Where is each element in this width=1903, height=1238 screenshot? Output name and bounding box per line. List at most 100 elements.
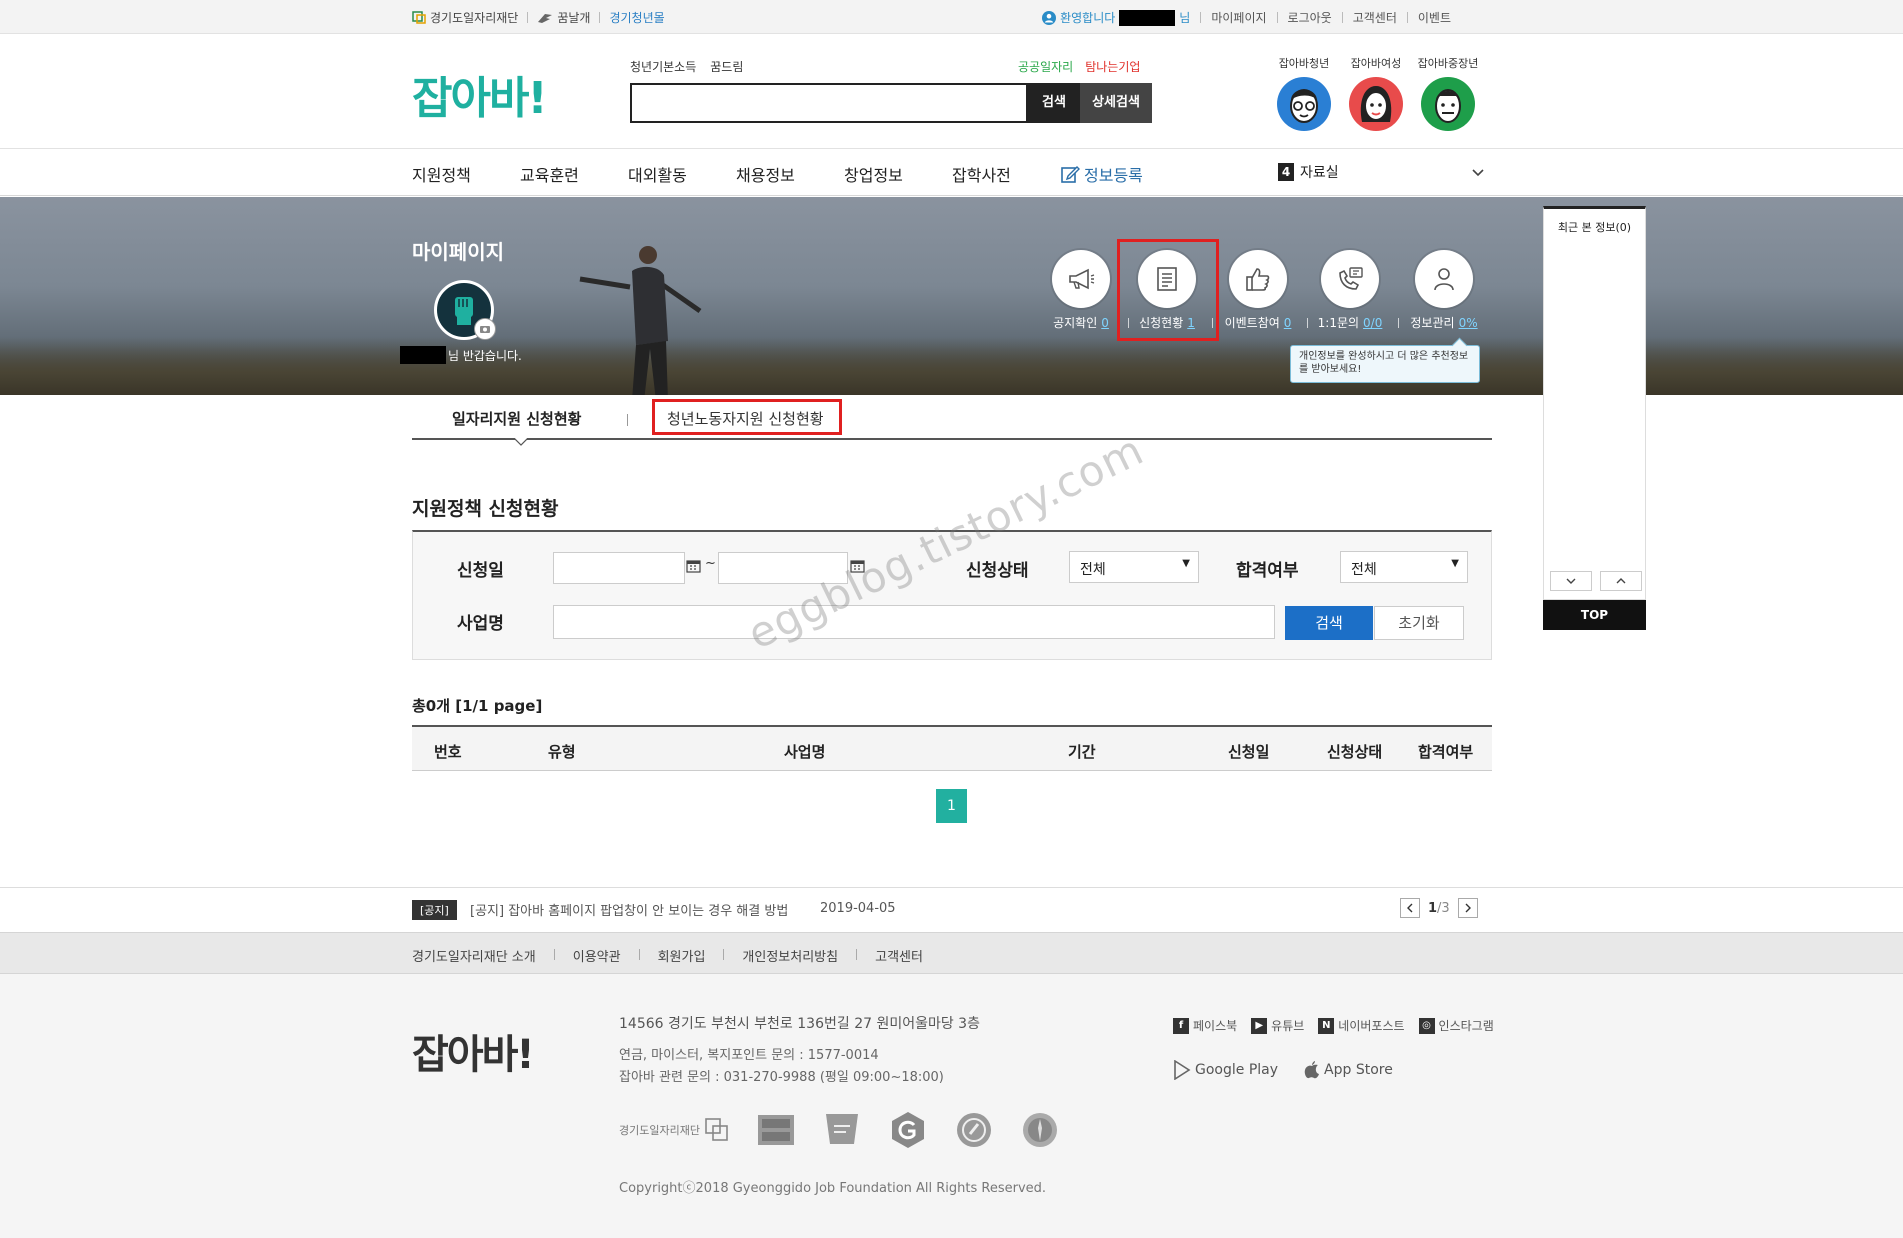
pass-select[interactable]: 전체 ▼	[1340, 551, 1468, 583]
apple-icon	[1304, 1061, 1320, 1079]
status-select[interactable]: 전체 ▼	[1069, 551, 1199, 583]
link-event[interactable]: 이벤트	[1418, 9, 1451, 26]
notice-next-button[interactable]	[1457, 898, 1478, 918]
quick-inquiry[interactable]: 1:1문의 0/0	[1305, 250, 1395, 331]
label-apply-date: 신청일	[457, 561, 504, 581]
social-naver-post[interactable]: N 네이버포스트	[1318, 1017, 1405, 1034]
page-title: 마이페이지	[412, 240, 504, 264]
g-certification-icon	[888, 1110, 928, 1150]
notice-link[interactable]: [공지] 잡아바 홈페이지 팝업창이 안 보이는 경우 해결 방법	[470, 900, 788, 919]
label-apply-status: 신청상태	[966, 561, 1029, 581]
scroll-top-button[interactable]: TOP	[1543, 600, 1646, 630]
link-youth-mall[interactable]: 경기청년몰	[609, 9, 664, 26]
link-mypage[interactable]: 마이페이지	[1211, 9, 1266, 26]
nav-support-policy[interactable]: 지원정책	[412, 162, 520, 186]
filter-search-button[interactable]: 검색	[1285, 606, 1373, 640]
section-title: 지원정책 신청현황	[412, 498, 559, 520]
notice-page-indicator: 1/3	[1428, 900, 1450, 916]
calendar-icon[interactable]	[686, 559, 701, 577]
footer-link-terms[interactable]: 이용약관	[573, 946, 621, 965]
app-store-link[interactable]: App Store	[1304, 1060, 1393, 1080]
character-middle-aged[interactable]: 잡아바중장년	[1413, 55, 1483, 131]
foundation-logo-icon	[412, 11, 426, 24]
username-redacted	[400, 346, 446, 364]
phone-chat-icon	[1321, 250, 1379, 308]
quick-info-management[interactable]: 정보관리 0%	[1399, 250, 1489, 331]
quick-event-participation[interactable]: 이벤트참여 0	[1213, 250, 1303, 331]
award-badge-icon	[756, 1113, 796, 1147]
nav-data-room[interactable]: 4 자료실	[1278, 162, 1339, 182]
social-facebook[interactable]: f 페이스북	[1173, 1017, 1237, 1034]
search-button[interactable]: 검색	[1028, 83, 1080, 123]
link-gyeonggi-job-foundation[interactable]: 경기도일자리재단	[412, 9, 518, 26]
caret-down-icon: ▼	[1451, 558, 1459, 569]
nav-dictionary[interactable]: 잡학사전	[952, 162, 1060, 186]
nav-education[interactable]: 교육훈련	[520, 162, 628, 186]
data-room-number: 4	[1278, 163, 1294, 181]
scroll-up-button[interactable]	[1600, 571, 1642, 591]
detail-search-button[interactable]: 상세검색	[1080, 83, 1152, 123]
camera-icon[interactable]	[474, 318, 496, 340]
chevron-right-icon	[1465, 903, 1471, 913]
chevron-down-icon	[1566, 578, 1576, 584]
footer-link-signup[interactable]: 회원가입	[658, 946, 706, 965]
edit-icon	[1061, 166, 1080, 183]
social-youtube[interactable]: ▶ 유튜브	[1251, 1017, 1304, 1034]
link-customer-center[interactable]: 고객센터	[1353, 9, 1397, 26]
nav-startup[interactable]: 창업정보	[844, 162, 952, 186]
character-youth[interactable]: 잡아바청년	[1269, 55, 1339, 131]
character-woman[interactable]: 잡아바여성	[1341, 55, 1411, 131]
col-number: 번호	[434, 743, 462, 761]
result-total: 총0개 [1/1 page]	[412, 697, 543, 715]
top-utility-bar: 경기도일자리재단 꿈날개 경기청년몰 환영합니다 님 마이페이지 로그아웃 고객…	[0, 0, 1903, 34]
chevron-down-icon[interactable]	[1472, 166, 1484, 181]
link-label: 꿈날개	[557, 11, 591, 25]
chevron-up-icon	[1616, 578, 1626, 584]
app-store-links: Google Play App Store	[1173, 1060, 1393, 1080]
label-pass-status: 합격여부	[1236, 561, 1299, 581]
footer-contact: 연금, 마이스터, 복지포인트 문의 : 1577-0014 잡아바 관련 문의…	[619, 1048, 944, 1085]
highlight-box-youth-worker-tab	[652, 399, 842, 435]
link-public-jobs[interactable]: 공공일자리	[1018, 58, 1073, 75]
middle-aged-face-icon	[1421, 77, 1475, 131]
pagination-page-1[interactable]: 1	[936, 789, 967, 823]
social-links: f 페이스북 ▶ 유튜브 N 네이버포스트 ◎ 인스타그램	[1173, 1017, 1494, 1034]
site-logo[interactable]: 잡아바!	[412, 62, 548, 126]
footer-link-privacy[interactable]: 개인정보처리방침	[742, 946, 838, 965]
family-site-links: 경기도일자리재단 꿈날개 경기청년몰	[412, 9, 665, 26]
link-kkumdream[interactable]: 꿈드림	[710, 58, 743, 75]
footer-links-bar: 경기도일자리재단 소개 이용약관 회원가입 개인정보처리방침 고객센터	[0, 932, 1903, 974]
start-date-input[interactable]	[553, 552, 685, 584]
caret-down-icon: ▼	[1182, 558, 1190, 569]
main-search-input[interactable]	[630, 83, 1028, 123]
social-instagram[interactable]: ◎ 인스타그램	[1418, 1017, 1494, 1034]
foundation-badge: 경기도일자리재단	[619, 1117, 730, 1143]
filter-reset-button[interactable]: 초기화	[1374, 606, 1464, 640]
user-links: 환영합니다 님 마이페이지 로그아웃 고객센터 이벤트	[1042, 9, 1451, 26]
link-youth-basic-income[interactable]: 청년기본소득	[630, 58, 696, 75]
nav-recruitment[interactable]: 채용정보	[736, 162, 844, 186]
medal-badge-icon	[1020, 1110, 1060, 1150]
megaphone-icon	[1052, 250, 1110, 308]
scroll-down-button[interactable]	[1550, 571, 1592, 591]
notice-pager: 1/3	[1400, 898, 1478, 918]
col-apply-status: 신청상태	[1327, 743, 1383, 761]
naver-post-icon: N	[1318, 1017, 1335, 1034]
footer-link-support[interactable]: 고객센터	[875, 946, 923, 965]
nav-external-activity[interactable]: 대외활동	[628, 162, 736, 186]
link-kkumnalgae[interactable]: 꿈날개	[537, 9, 590, 26]
quick-notice-check[interactable]: 공지확인 0	[1036, 250, 1126, 331]
hero-person-image	[579, 246, 702, 395]
footer-link-about[interactable]: 경기도일자리재단 소개	[412, 946, 536, 965]
link-tamna-company[interactable]: 탐나는기업	[1085, 58, 1140, 75]
chevron-left-icon	[1407, 903, 1413, 913]
business-name-input[interactable]	[553, 605, 1275, 639]
col-pass-status: 합격여부	[1418, 743, 1474, 761]
notice-prev-button[interactable]	[1400, 898, 1420, 918]
google-play-link[interactable]: Google Play	[1173, 1060, 1278, 1080]
nav-register-info[interactable]: 정보등록	[1060, 162, 1143, 186]
col-business-name: 사업명	[784, 743, 826, 761]
link-logout[interactable]: 로그아웃	[1288, 9, 1332, 26]
logo-text: 잡아바!	[412, 73, 548, 124]
tab-job-support-status[interactable]: 일자리지원 신청현황	[452, 408, 581, 429]
